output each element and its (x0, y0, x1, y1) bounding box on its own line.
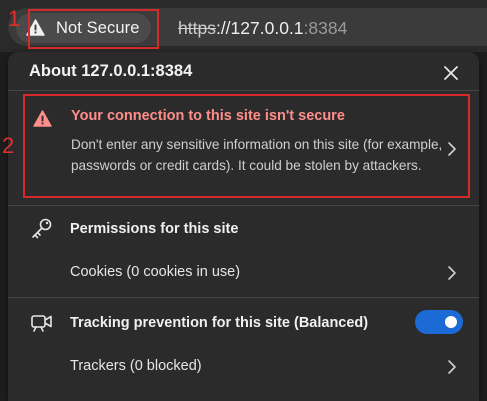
divider (8, 205, 479, 206)
tracking-prevention-title: Tracking prevention for this site (Balan… (70, 315, 369, 331)
url-host: 127.0.0.1 (230, 18, 304, 38)
annotation-box-2 (23, 94, 470, 198)
close-icon[interactable] (438, 60, 464, 86)
permissions-title: Permissions for this site (70, 221, 239, 237)
url-text[interactable]: https://127.0.0.1:8384 (178, 18, 347, 39)
divider (8, 90, 479, 91)
key-icon (32, 218, 52, 239)
cookies-row[interactable]: Cookies (0 cookies in use) (70, 264, 240, 280)
chevron-right-icon[interactable] (447, 359, 457, 375)
url-scheme: https (178, 18, 216, 38)
tracking-prevention-toggle[interactable] (415, 310, 463, 334)
camera-icon (31, 315, 52, 332)
annotation-box-1 (28, 9, 159, 49)
popup-title: About 127.0.0.1:8384 (29, 62, 193, 80)
browser-window: Not Secure https://127.0.0.1:8384 About … (0, 0, 487, 401)
divider (8, 297, 479, 298)
url-port: :8384 (303, 18, 348, 38)
annotation-marker-2: 2 (2, 133, 15, 158)
url-separator: :// (215, 18, 231, 38)
chevron-right-icon[interactable] (447, 265, 457, 281)
annotation-marker-1: 1 (8, 6, 21, 31)
trackers-row[interactable]: Trackers (0 blocked) (70, 358, 202, 374)
toggle-knob (445, 316, 457, 328)
